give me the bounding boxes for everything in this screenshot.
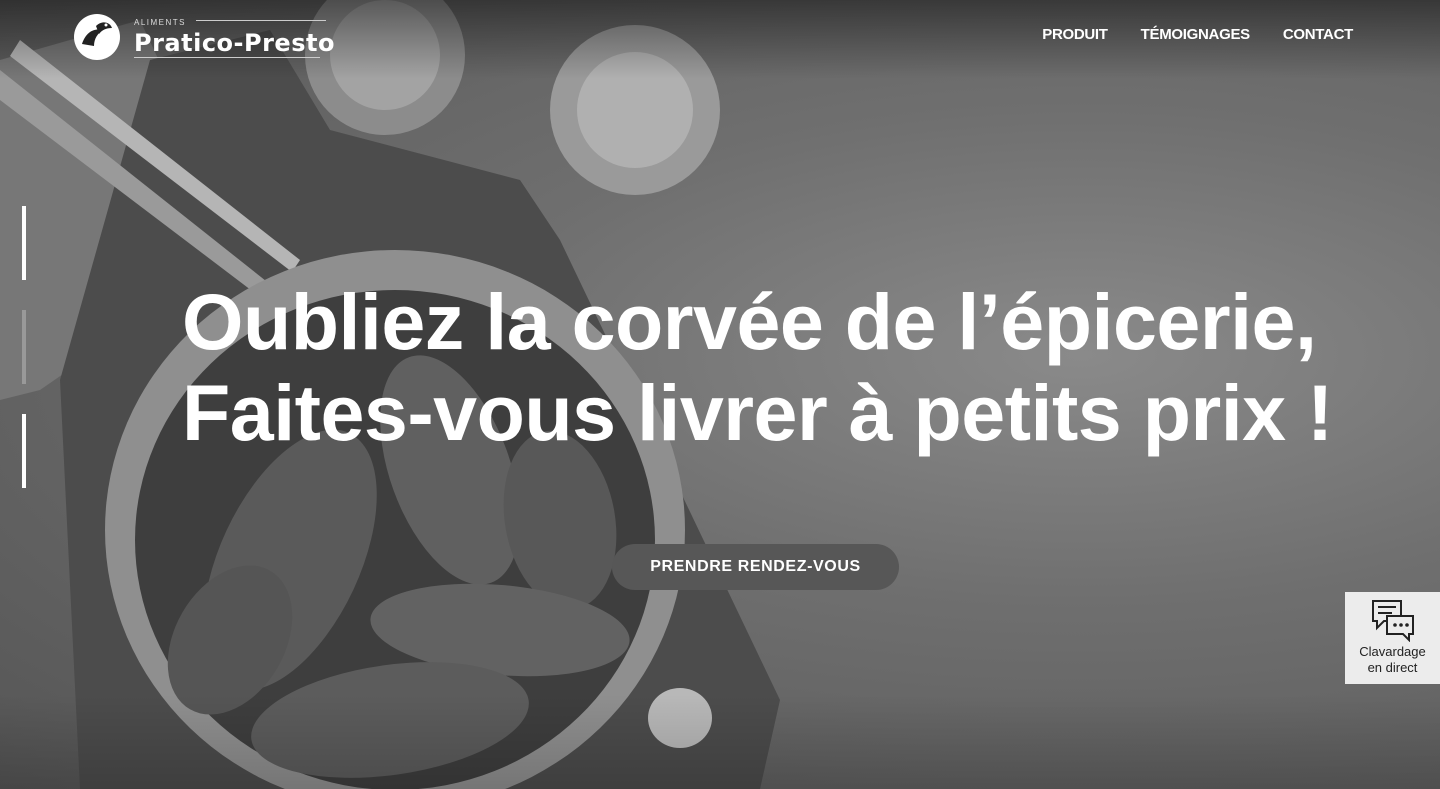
nav-item-contact[interactable]: CONTACT: [1283, 26, 1353, 43]
chat-bubbles-icon: [1371, 600, 1414, 642]
hand-with-bird-logo-icon: [74, 14, 120, 60]
hero-headline-line2: Faites-vous livrer à petits prix !: [182, 368, 1333, 457]
live-chat-label: Clavardage en direct: [1359, 644, 1426, 676]
main-nav: PRODUIT TÉMOIGNAGES CONTACT: [1009, 26, 1353, 43]
slide-indicator-2[interactable]: [22, 310, 26, 384]
nav-item-temoignages[interactable]: TÉMOIGNAGES: [1141, 26, 1251, 43]
hero-headline-line1: Oubliez la corvée de l’épicerie,: [182, 277, 1317, 366]
live-chat-label-line1: Clavardage: [1359, 644, 1426, 659]
book-appointment-button[interactable]: PRENDRE RENDEZ-VOUS: [612, 544, 899, 590]
brand-rule: [196, 20, 327, 22]
live-chat-widget[interactable]: Clavardage en direct: [1345, 592, 1440, 684]
nav-item-produit[interactable]: PRODUIT: [1042, 26, 1108, 43]
brand-small-label: ALIMENTS: [134, 18, 187, 27]
hero-section: ALIMENTS Pratico-Presto PRODUIT TÉMOIGNA…: [0, 0, 1440, 789]
slide-indicator-1[interactable]: [22, 206, 26, 280]
brand-underline: [134, 57, 320, 58]
live-chat-label-line2: en direct: [1367, 660, 1418, 675]
hero-headline: Oubliez la corvée de l’épicerie, Faites-…: [182, 276, 1333, 458]
slide-indicator-3[interactable]: [22, 414, 26, 488]
brand-logo[interactable]: ALIMENTS Pratico-Presto: [72, 12, 335, 62]
brand-name: Pratico-Presto: [134, 29, 335, 57]
